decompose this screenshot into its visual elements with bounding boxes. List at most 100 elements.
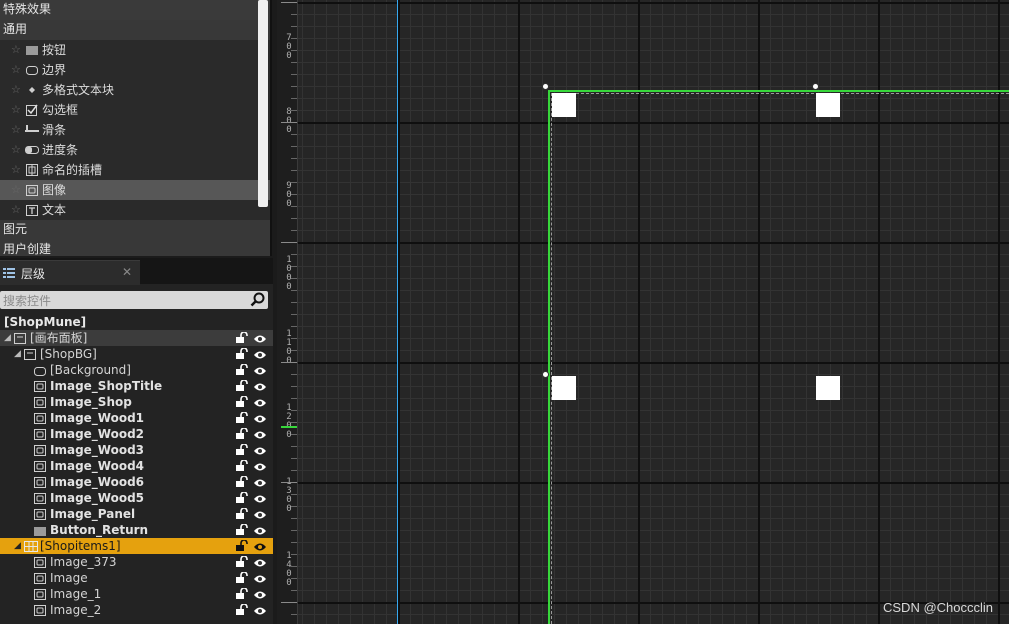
tree-row[interactable]: Image_Panel: [0, 506, 273, 522]
palette-item[interactable]: ☆ 图像: [0, 180, 272, 200]
tree-row[interactable]: Button_Return: [0, 522, 273, 538]
star-icon[interactable]: ☆: [11, 100, 25, 120]
tree-row[interactable]: Image_Wood5: [0, 490, 273, 506]
search-icon[interactable]: [250, 292, 265, 310]
ruler-label: 0: [286, 51, 292, 61]
star-icon[interactable]: ☆: [11, 160, 25, 180]
palette-item[interactable]: ☆ 文本: [0, 200, 272, 220]
tab-hierarchy[interactable]: 层级 ✕: [0, 260, 140, 285]
tree-row[interactable]: Image_ShopTitle: [0, 378, 273, 394]
lock-icon[interactable]: [236, 475, 248, 491]
star-icon[interactable]: ☆: [11, 80, 25, 100]
palette-item[interactable]: ☆ 按钮: [0, 40, 272, 60]
border-icon: [25, 64, 39, 76]
resize-handle[interactable]: [542, 83, 549, 90]
lock-icon[interactable]: [236, 331, 248, 347]
palette-item[interactable]: ☆ 边界: [0, 60, 272, 80]
ruler-tick: [291, 542, 297, 543]
star-icon[interactable]: ☆: [11, 60, 25, 80]
anchor-marker[interactable]: [552, 93, 576, 117]
star-icon[interactable]: ☆: [11, 40, 25, 60]
slider-icon: [25, 124, 39, 136]
image-icon: [34, 588, 46, 600]
palette-item[interactable]: ☆ 命名的插槽: [0, 160, 272, 180]
hierarchy-tab-bar: 层级 ✕: [0, 258, 273, 285]
tree-row[interactable]: Image_2: [0, 602, 273, 618]
tree-root[interactable]: [ShopMune]: [0, 314, 273, 330]
lock-icon[interactable]: [236, 571, 248, 587]
tree-row[interactable]: ◢ [ShopBG]: [0, 346, 273, 362]
ruler-tick: [291, 506, 297, 507]
lock-icon[interactable]: [236, 507, 248, 523]
tree-row[interactable]: [Background]: [0, 362, 273, 378]
expand-arrow-icon[interactable]: ◢: [4, 330, 11, 346]
image-icon: [34, 412, 46, 424]
palette-item[interactable]: ☆ 滑条: [0, 120, 272, 140]
image-icon: [34, 508, 46, 520]
lock-icon[interactable]: [236, 395, 248, 411]
tree-row-label: Image_1: [50, 587, 102, 601]
lock-icon[interactable]: [236, 363, 248, 379]
palette-category-primitive[interactable]: 图元: [0, 220, 272, 240]
tree-row[interactable]: Image_Wood6: [0, 474, 273, 490]
lock-icon[interactable]: [236, 555, 248, 571]
lock-icon[interactable]: [236, 603, 248, 619]
eye-icon[interactable]: [253, 604, 267, 620]
ruler-tick: [291, 554, 297, 555]
palette-scrollbar[interactable]: [258, 0, 268, 207]
ruler-tick: [291, 566, 297, 567]
tree-row[interactable]: Image_Wood2: [0, 426, 273, 442]
ruler-tick: [281, 602, 297, 603]
tree-row[interactable]: Image_1: [0, 586, 273, 602]
expand-arrow-icon[interactable]: ◢: [14, 346, 21, 362]
ruler-tick: [291, 326, 297, 327]
anchor-marker[interactable]: [552, 376, 576, 400]
lock-icon[interactable]: [236, 347, 248, 363]
selected-widget-outline-top: [548, 90, 1009, 92]
lock-icon[interactable]: [236, 539, 248, 555]
lock-icon[interactable]: [236, 411, 248, 427]
lock-icon[interactable]: [236, 587, 248, 603]
star-icon[interactable]: ☆: [11, 200, 25, 220]
star-icon[interactable]: ☆: [11, 180, 25, 200]
palette-item[interactable]: ☆ 多格式文本块: [0, 80, 272, 100]
tree-row[interactable]: Image: [0, 570, 273, 586]
lock-icon[interactable]: [236, 523, 248, 539]
tree-row[interactable]: Image_Wood4: [0, 458, 273, 474]
search-widgets-input[interactable]: 搜索控件: [0, 291, 268, 309]
palette-category-user-created[interactable]: 用户创建: [0, 240, 272, 256]
palette-category-common[interactable]: 通用: [0, 20, 272, 40]
lock-icon[interactable]: [236, 379, 248, 395]
star-icon[interactable]: ☆: [11, 140, 25, 160]
lock-icon[interactable]: [236, 443, 248, 459]
panel-divider[interactable]: [270, 0, 272, 256]
tree-row[interactable]: ◢ [画布面板]: [0, 330, 273, 346]
palette-item[interactable]: ☆ 进度条: [0, 140, 272, 160]
lock-icon[interactable]: [236, 427, 248, 443]
tree-row-label: [Background]: [50, 363, 131, 377]
tree-row[interactable]: Image_373: [0, 554, 273, 570]
image-icon: [34, 492, 46, 504]
tree-row[interactable]: Image_Shop: [0, 394, 273, 410]
anchor-marker[interactable]: [816, 376, 840, 400]
ruler-tick: [291, 134, 297, 135]
tree-row[interactable]: ◢ [Shopitems1]: [0, 538, 273, 554]
close-icon[interactable]: ✕: [122, 265, 132, 279]
ruler-tick: [291, 374, 297, 375]
anchor-marker[interactable]: [816, 93, 840, 117]
lock-icon[interactable]: [236, 459, 248, 475]
palette-category-special-effects[interactable]: 特殊效果: [0, 0, 272, 20]
expand-arrow-icon[interactable]: ◢: [14, 538, 21, 554]
ruler-tick: [291, 338, 297, 339]
lock-icon[interactable]: [236, 491, 248, 507]
tree-root-label: [ShopMune]: [4, 315, 87, 329]
resize-handle[interactable]: [812, 83, 819, 90]
star-icon[interactable]: ☆: [11, 120, 25, 140]
tree-row[interactable]: Image_Wood1: [0, 410, 273, 426]
resize-handle[interactable]: [542, 371, 549, 378]
tree-row[interactable]: Image_Wood3: [0, 442, 273, 458]
ruler-tick: [291, 278, 297, 279]
tree-row-label: Image_Wood5: [50, 491, 145, 505]
ruler-tick: [291, 578, 297, 579]
palette-item[interactable]: ☆ 勾选框: [0, 100, 272, 120]
